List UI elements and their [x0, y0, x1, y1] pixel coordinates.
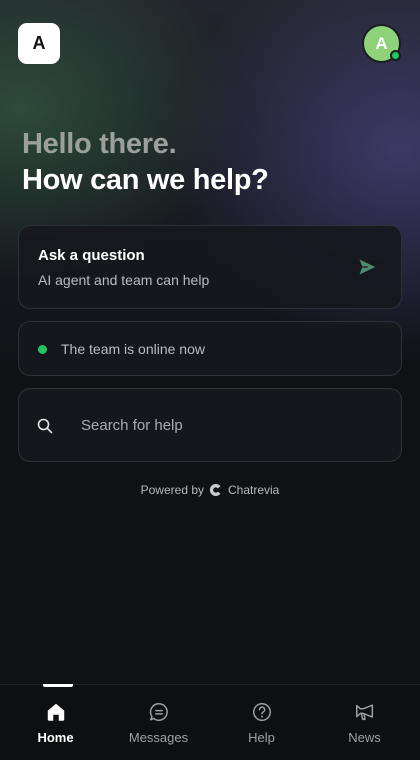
team-avatar[interactable]: A [362, 24, 401, 63]
megaphone-icon [355, 704, 373, 721]
tab-messages-label: Messages [128, 730, 189, 745]
bottom-tab-bar: Home Messages Help News [0, 684, 420, 760]
team-status-text: The team is online now [61, 341, 205, 357]
ask-question-subtitle: AI agent and team can help [38, 272, 210, 288]
greeting-line-2: How can we help? [22, 164, 269, 196]
tab-messages[interactable]: Messages [106, 685, 211, 760]
search-placeholder: Search for help [81, 417, 183, 434]
ask-question-title: Ask a question [38, 247, 145, 264]
greeting-line-1: Hello there. [22, 128, 177, 160]
send-icon [359, 259, 376, 275]
help-icon [252, 703, 271, 721]
search-icon [37, 418, 53, 434]
brand-c-icon [209, 484, 221, 496]
brand-logo: A [18, 23, 60, 64]
tab-home[interactable]: Home [3, 684, 108, 760]
tab-help[interactable]: Help [209, 685, 314, 760]
tab-help-label: Help [248, 730, 275, 745]
tab-home-label: Home [37, 730, 74, 745]
team-status-card: The team is online now [18, 321, 402, 376]
messenger-home: A A Hello there. How can we help? Ask a … [0, 0, 420, 760]
powered-by-footer[interactable]: Powered by Chatrevia [0, 482, 420, 498]
messages-icon [149, 703, 168, 721]
tab-news[interactable]: News [312, 685, 417, 760]
online-status-dot [390, 50, 401, 61]
powered-by-label: Powered by [140, 483, 204, 497]
powered-by-brand: Chatrevia [228, 483, 280, 497]
brand-logo-letter: A [32, 33, 46, 53]
tab-news-label: News [348, 730, 381, 745]
ask-question-card[interactable]: Ask a question AI agent and team can hel… [18, 225, 402, 309]
avatar-letter: A [375, 33, 388, 53]
search-help-field[interactable]: Search for help [18, 388, 402, 462]
home-icon [47, 703, 64, 721]
online-indicator-dot [38, 345, 47, 354]
